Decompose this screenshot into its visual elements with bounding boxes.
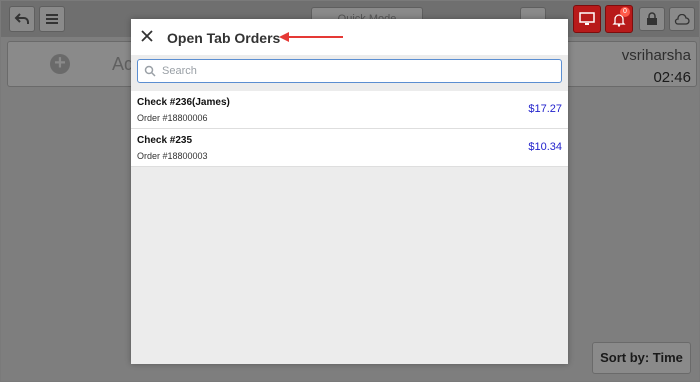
- order-row[interactable]: Check #236(James) Order #18800006 $17.27: [131, 91, 568, 129]
- lock-icon: [647, 12, 657, 25]
- cloud-icon: [674, 14, 690, 25]
- close-icon[interactable]: [139, 28, 155, 44]
- dialog-title: Open Tab Orders: [167, 30, 281, 46]
- plus-icon[interactable]: +: [50, 53, 70, 74]
- annotation-arrow-icon: [279, 32, 343, 42]
- notification-badge: 0: [620, 7, 630, 17]
- back-button[interactable]: [9, 6, 35, 32]
- order-number: Order #18800003: [137, 151, 208, 161]
- desktop-button[interactable]: [573, 5, 601, 33]
- notifications-button[interactable]: 0: [605, 5, 633, 33]
- check-name: Check #235: [137, 135, 193, 146]
- check-amount: $10.34: [528, 141, 562, 153]
- search-area: [131, 55, 568, 91]
- search-icon: [144, 65, 156, 77]
- app-frame: Quick Mode 0 + Ad vsriharsha 02:46 Sort …: [0, 0, 700, 382]
- username: vsriharsha: [621, 47, 691, 64]
- search-box[interactable]: [137, 59, 562, 83]
- cloud-button[interactable]: [669, 7, 695, 31]
- menu-icon: [46, 14, 58, 24]
- lock-button[interactable]: [639, 7, 665, 31]
- check-amount: $17.27: [528, 103, 562, 115]
- order-number: Order #18800006: [137, 113, 208, 123]
- open-tab-orders-dialog: Open Tab Orders Check #236(James) Order …: [131, 19, 568, 364]
- clock: 02:46: [653, 69, 691, 86]
- sort-button[interactable]: Sort by: Time: [592, 342, 691, 374]
- order-row[interactable]: Check #235 Order #18800003 $10.34: [131, 129, 568, 167]
- desktop-icon: [579, 12, 595, 25]
- dialog-header: Open Tab Orders: [131, 19, 568, 55]
- back-icon: [14, 13, 29, 24]
- check-name: Check #236(James): [137, 97, 230, 108]
- search-input[interactable]: [162, 62, 552, 80]
- menu-button[interactable]: [39, 6, 65, 32]
